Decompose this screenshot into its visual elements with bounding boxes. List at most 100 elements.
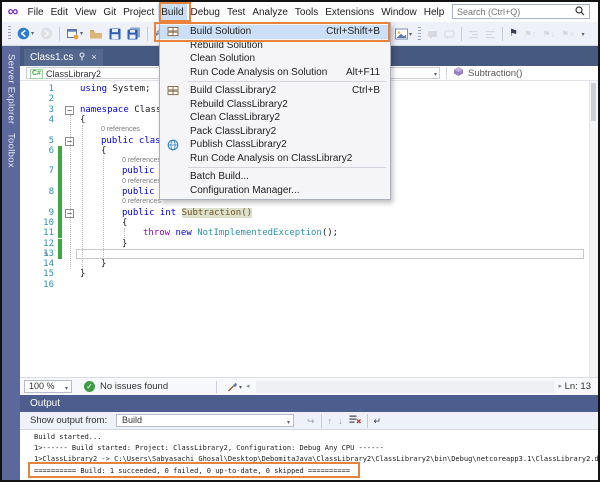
code-text: public int Subtraction(): [80, 208, 252, 218]
line-number: 2: [20, 94, 54, 104]
method-icon: [453, 66, 464, 80]
toolbar-grip-handle[interactable]: [418, 27, 421, 42]
code-token: {: [101, 146, 106, 156]
menu-item-batch-build-[interactable]: Batch Build...: [160, 170, 390, 184]
tool-window-tab-toolbox[interactable]: Toolbox: [6, 133, 17, 168]
code-line-13: 13✎: [20, 249, 598, 259]
save-icon[interactable]: [107, 25, 123, 43]
uncomment-icon[interactable]: [442, 25, 457, 43]
bookmark-icon[interactable]: ⚑: [507, 25, 520, 43]
clear-bookmarks-icon[interactable]: ⚑×: [559, 25, 576, 43]
prev-bookmark-icon[interactable]: ⚑↑: [522, 25, 539, 43]
show-output-from-label: Show output from:: [30, 415, 107, 426]
scroll-right-icon[interactable]: ▸: [558, 381, 562, 393]
zoom-level-dropdown[interactable]: 100 % ▾: [24, 380, 72, 393]
menu-item-build-classlibrary2[interactable]: Build ClassLibrary2Ctrl+B: [160, 84, 390, 98]
indent-increase-icon[interactable]: [483, 25, 498, 43]
indent-guide-line: [70, 115, 71, 270]
menu-item-label: Run Code Analysis on Solution: [190, 67, 327, 78]
line-number: 8: [20, 187, 54, 197]
menu-window[interactable]: Window: [378, 4, 421, 21]
indent-decrease-icon[interactable]: [466, 25, 481, 43]
zoom-level: 100 %: [29, 381, 55, 391]
goto-message-icon[interactable]: ↪: [304, 416, 318, 426]
output-title: Output: [30, 398, 60, 409]
menu-item-build-solution[interactable]: Build SolutionCtrl+Shift+B: [160, 25, 390, 39]
forward-icon[interactable]: [38, 25, 55, 43]
menu-git[interactable]: Git: [100, 4, 120, 21]
menu-item-publish-classlibrary2[interactable]: Publish ClassLibrary2: [160, 138, 390, 152]
menu-item-run-code-analysis-on-solution[interactable]: Run Code Analysis on SolutionAlt+F11: [160, 66, 390, 80]
menu-item-configuration-manager-[interactable]: Configuration Manager...: [160, 184, 390, 198]
change-tracking-bar: [58, 166, 62, 176]
code-text: }: [80, 259, 106, 269]
scroll-left-icon[interactable]: ◂: [246, 381, 250, 393]
menu-item-label: Rebuild Solution: [190, 40, 263, 51]
vertical-scrollbar[interactable]: [589, 81, 598, 377]
code-token: ();: [322, 228, 338, 238]
output-log[interactable]: Build started...1>------ Build started: …: [20, 430, 598, 480]
menu-tools[interactable]: Tools: [291, 4, 321, 21]
close-icon[interactable]: ×: [91, 53, 96, 62]
prev-message-icon[interactable]: ↑: [325, 416, 336, 426]
menu-bar: ∞ FileEditViewGitProjectBuildDebugTestAn…: [2, 2, 598, 22]
menu-item-run-code-analysis-on-classlibrary2[interactable]: Run Code Analysis on ClassLibrary2: [160, 152, 390, 166]
toolbar-divider: [502, 27, 503, 41]
menu-project[interactable]: Project: [120, 4, 158, 21]
pin-icon[interactable]: [78, 52, 86, 64]
csharp-project-icon: C#: [30, 69, 43, 79]
output-source-dropdown[interactable]: Build▾: [116, 414, 294, 427]
document-tab-class1[interactable]: Class1.cs ×: [24, 49, 103, 66]
menu-edit[interactable]: Edit: [47, 4, 71, 21]
codelens-references-link[interactable]: 0 references: [122, 156, 161, 166]
output-panel-header[interactable]: Output: [20, 395, 598, 412]
code-text: using System;: [80, 84, 150, 94]
new-project-icon[interactable]: ▾: [64, 25, 85, 43]
open-folder-icon[interactable]: [87, 25, 105, 43]
menu-build[interactable]: Build: [158, 4, 187, 21]
next-bookmark-icon[interactable]: ⚑↓: [541, 25, 558, 43]
comment-icon[interactable]: [425, 25, 440, 43]
search-input[interactable]: [457, 7, 572, 17]
next-message-icon[interactable]: ↓: [335, 416, 346, 426]
toolbar-right-group: ▾ ⚑⚑↑⚑↓⚑× ▾: [392, 22, 587, 46]
menu-item-clean-classlibrary2[interactable]: Clean ClassLibrary2: [160, 111, 390, 125]
image-frame-icon[interactable]: ▾: [393, 25, 414, 43]
search-box[interactable]: [452, 4, 590, 19]
menu-view[interactable]: View: [71, 4, 100, 21]
code-line-9: 9−public int Subtraction(): [20, 208, 598, 218]
menu-file[interactable]: File: [24, 4, 47, 21]
output-line-2: 1>------ Build started: Project: ClassLi…: [34, 443, 598, 454]
codelens-references-link[interactable]: 0 references: [122, 197, 161, 207]
code-token: System;: [107, 84, 150, 94]
menu-item-clean-solution[interactable]: Clean Solution: [160, 52, 390, 66]
menu-test[interactable]: Test: [223, 4, 248, 21]
chevron-down-icon: ▾: [65, 384, 68, 395]
codelens-references-link[interactable]: 0 references: [101, 125, 140, 135]
code-cleanup-icon[interactable]: ▾: [226, 381, 242, 393]
menu-help[interactable]: Help: [420, 4, 448, 21]
menu-debug[interactable]: Debug: [187, 4, 223, 21]
word-wrap-icon[interactable]: ↵: [371, 416, 385, 426]
code-line-12: 12}: [20, 239, 598, 249]
tool-window-tab-server-explorer[interactable]: Server Explorer: [6, 54, 17, 125]
codelens-references-link[interactable]: 0 references: [122, 177, 161, 187]
member-dropdown[interactable]: Subtraction(): [453, 67, 522, 79]
menu-analyze[interactable]: Analyze: [249, 4, 292, 21]
horizontal-scrollbar[interactable]: [256, 381, 554, 393]
menu-item-rebuild-classlibrary2[interactable]: Rebuild ClassLibrary2: [160, 98, 390, 112]
save-all-icon[interactable]: [125, 25, 143, 43]
menu-extensions[interactable]: Extensions: [322, 4, 378, 21]
menu-item-pack-classlibrary2[interactable]: Pack ClassLibrary2: [160, 125, 390, 139]
chevron-down-icon: ▾: [581, 31, 584, 38]
document-health-indicator[interactable]: ✓ No issues found: [84, 381, 168, 392]
back-icon[interactable]: ▾: [15, 25, 36, 43]
collapse-toggle-icon[interactable]: −: [65, 106, 74, 115]
status-divider: [216, 381, 217, 393]
menu-item-label: Batch Build...: [190, 171, 249, 182]
toolbar-grip-handle[interactable]: [8, 26, 11, 41]
scrollbar-thumb[interactable]: [591, 83, 596, 121]
menu-item-rebuild-solution[interactable]: Rebuild Solution: [160, 39, 390, 53]
toolbar-dropdown[interactable]: ▾: [578, 25, 586, 43]
clear-all-output-icon[interactable]: [346, 414, 364, 428]
